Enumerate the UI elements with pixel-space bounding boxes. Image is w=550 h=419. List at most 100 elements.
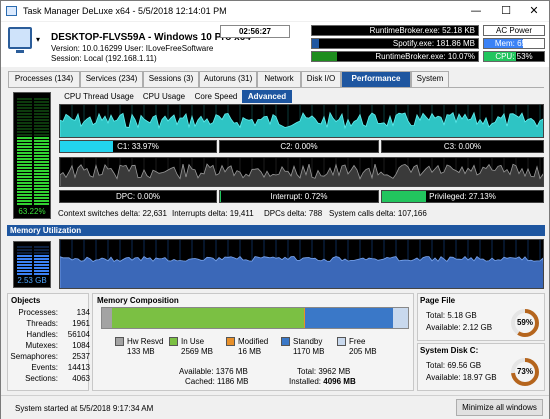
- app-icon: [6, 6, 17, 16]
- cpu-meter-segment: [34, 200, 49, 202]
- tab-autoruns[interactable]: Autoruns (31): [199, 71, 257, 87]
- installed-memory: Installed: 4096 MB: [289, 377, 356, 386]
- system-disk-title: System Disk C:: [420, 346, 479, 355]
- tab-system[interactable]: System: [411, 71, 449, 87]
- cpu-meter-segment: [17, 203, 32, 205]
- top-process-bar[interactable]: RuntimeBroker.exe: 10.07%: [311, 51, 479, 62]
- memory-meter-segment: [17, 246, 32, 248]
- cpu-meter-segment: [17, 143, 32, 145]
- memory-meter-segment: [17, 255, 32, 257]
- version-info: Version: 10.0.16299 User: ILoveFreeSoftw…: [51, 44, 214, 53]
- tab-divider: [8, 87, 544, 88]
- power-status: AC Power: [483, 25, 545, 36]
- memory-meter-segment: [34, 255, 49, 257]
- top-process-bar[interactable]: Spotify.exe: 181.86 MB: [311, 38, 479, 49]
- memory-meter-segment: [34, 273, 49, 275]
- maximize-button[interactable]: ☐: [491, 1, 521, 21]
- cpu-meter-segment: [34, 110, 49, 112]
- cpu-meter-segment: [17, 167, 32, 169]
- subtab-cpu-thread-usage[interactable]: CPU Thread Usage: [61, 90, 137, 103]
- cpu-times-graph: [59, 157, 544, 187]
- composition-segment: [111, 308, 304, 328]
- cpu-meter-segment: [34, 137, 49, 139]
- system-disk-panel: System Disk C: Total: 69.56 GB Available…: [417, 343, 545, 391]
- cpu-meter-segment: [34, 143, 49, 145]
- cpu-meter-segment: [34, 197, 49, 199]
- top-process-bar[interactable]: RuntimeBroker.exe: 52.18 KB: [311, 25, 479, 36]
- subtab-advanced[interactable]: Advanced: [242, 90, 292, 103]
- page-file-panel: Page File Total: 5.18 GB Available: 2.12…: [417, 293, 545, 341]
- memory-meter-segment: [34, 264, 49, 266]
- cpu-meter-segment: [17, 164, 32, 166]
- interrupt-meter: Interrupt: 0.72%: [219, 190, 379, 203]
- memory-history-trace: [60, 240, 543, 288]
- privileged-meter: Privileged: 27.13%: [381, 190, 544, 203]
- memory-meter-segment: [17, 270, 32, 272]
- memory-history-graph: [59, 239, 544, 289]
- title-bar[interactable]: Task Manager DeLuxe x64 - 5/5/2018 12:14…: [1, 1, 549, 21]
- cpu-meter-segment: [17, 149, 32, 151]
- cpu-meter-segment: [34, 164, 49, 166]
- computer-icon[interactable]: [8, 27, 32, 53]
- tab-processes[interactable]: Processes (134): [8, 71, 80, 87]
- cpu-meter-segment: [34, 182, 49, 184]
- cpu-meter-segment: [34, 98, 49, 100]
- minimize-all-button[interactable]: Minimize all windows: [456, 399, 543, 416]
- object-row: Processes: 134: [18, 308, 90, 317]
- system-disk-total: Total: 69.56 GB: [426, 361, 482, 370]
- cpu-meter-segment: [17, 200, 32, 202]
- close-button[interactable]: ✕: [519, 1, 549, 21]
- memory-meter-segment: [17, 258, 32, 260]
- page-file-usage-ring: 59%: [510, 308, 540, 338]
- subtab-core-speed[interactable]: Core Speed: [191, 90, 241, 103]
- page-file-available: Available: 2.12 GB: [426, 323, 493, 332]
- cpu-meter-segment: [34, 194, 49, 196]
- memory-meter-bars: [17, 246, 49, 275]
- memory-meter-segment: [17, 261, 32, 263]
- cpu-meter-segment: [34, 131, 49, 133]
- object-row: Handles: 56104: [26, 330, 90, 339]
- page-file-title: Page File: [420, 296, 456, 305]
- cpu-meter-segment: [17, 98, 32, 100]
- cpu-meter-segment: [34, 101, 49, 103]
- memory-meter-segment: [34, 270, 49, 272]
- cpu-meter-segment: [34, 185, 49, 187]
- object-row: Mutexes: 1084: [25, 341, 90, 350]
- tab-performance[interactable]: Performance: [341, 71, 411, 88]
- memory-section-title: Memory Utilization: [7, 225, 545, 236]
- page-file-total: Total: 5.18 GB: [426, 311, 477, 320]
- cpu-meter-segment: [34, 134, 49, 136]
- cpu-meter-segment: [34, 191, 49, 193]
- cpu-meter-segment: [34, 125, 49, 127]
- cpu-meter-segment: [34, 149, 49, 151]
- memory-meter-segment: [34, 252, 49, 254]
- tab-network[interactable]: Network: [257, 71, 301, 87]
- cpu-meter-segment: [17, 116, 32, 118]
- minimize-button[interactable]: —: [461, 1, 491, 21]
- cpu-meter-segment: [34, 176, 49, 178]
- memory-meter-segment: [17, 264, 32, 266]
- memory-composition-bar: [101, 307, 409, 329]
- core-meter: C1: 33.97%: [59, 140, 217, 153]
- cpu-meter-segment: [34, 128, 49, 130]
- cpu-meter-segment: [34, 161, 49, 163]
- chevron-down-icon[interactable]: ▾: [36, 35, 40, 44]
- dpcs-stat: DPCs delta: 788: [264, 209, 323, 218]
- cpu-meter-bars: [17, 98, 49, 205]
- memory-meter-segment: [34, 261, 49, 263]
- tab-services[interactable]: Services (234): [80, 71, 143, 87]
- cpu-times-trace: [60, 158, 543, 186]
- tab-disk-io[interactable]: Disk I/O: [301, 71, 341, 87]
- core-meter: C3: 0.00%: [381, 140, 544, 153]
- cpu-meter-segment: [17, 185, 32, 187]
- tab-sessions[interactable]: Sessions (3): [143, 71, 199, 87]
- cpu-meter-segment: [17, 131, 32, 133]
- cpu-meter-segment: [34, 113, 49, 115]
- cpu-meter-segment: [17, 161, 32, 163]
- cpu-meter-segment: [34, 152, 49, 154]
- window-title: Task Manager DeLuxe x64 - 5/5/2018 12:14…: [23, 6, 227, 16]
- objects-panel: Objects Processes: 134 Threads: 1961 Handl…: [7, 293, 90, 391]
- cpu-meter-segment: [17, 107, 32, 109]
- subtab-cpu-usage[interactable]: CPU Usage: [139, 90, 189, 103]
- cpu-meter-segment: [34, 122, 49, 124]
